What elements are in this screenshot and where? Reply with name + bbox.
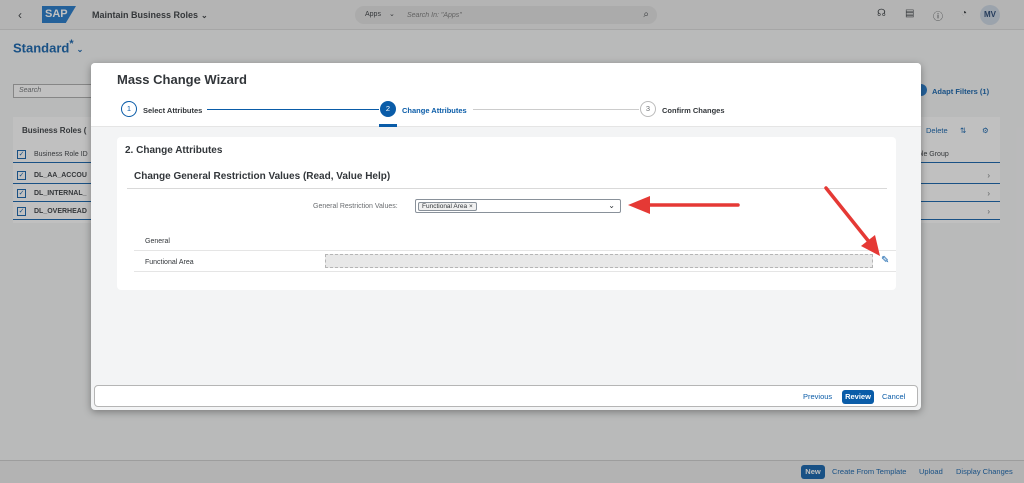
- column-header-general: General: [145, 238, 170, 245]
- divider: [134, 271, 896, 272]
- wizard-step-connector: [473, 109, 639, 110]
- divider: [134, 250, 896, 251]
- dialog-footer: Previous Review Cancel: [94, 385, 918, 407]
- token-close-icon[interactable]: ×: [469, 203, 473, 210]
- functional-area-token[interactable]: Functional Area ×: [418, 202, 477, 211]
- wizard-step-1[interactable]: 1: [121, 101, 137, 117]
- pencil-edit-icon[interactable]: ✎: [881, 255, 889, 266]
- previous-button[interactable]: Previous: [803, 392, 832, 401]
- wizard-step-3: 3: [640, 101, 656, 117]
- cancel-button[interactable]: Cancel: [882, 392, 905, 401]
- chevron-down-icon[interactable]: ⌄: [608, 201, 615, 210]
- wizard-progress: 1 Select Attributes 2 Change Attributes …: [91, 93, 921, 127]
- divider: [127, 188, 887, 189]
- wizard-step-1-label: Select Attributes: [143, 106, 203, 115]
- wizard-step-3-label: Confirm Changes: [662, 106, 725, 115]
- wizard-step-2-label: Change Attributes: [402, 106, 467, 115]
- wizard-step-2[interactable]: 2: [380, 101, 396, 117]
- review-button[interactable]: Review: [842, 390, 874, 404]
- dialog-header: Mass Change Wizard: [91, 63, 921, 93]
- functional-area-value-field[interactable]: [325, 254, 873, 268]
- dialog-title: Mass Change Wizard: [117, 72, 247, 87]
- mass-change-wizard-dialog: Mass Change Wizard 1 Select Attributes 2…: [91, 63, 921, 410]
- subsection-title: Change General Restriction Values (Read,…: [134, 171, 391, 182]
- general-restriction-values-multicombobox[interactable]: Functional Area × ⌄: [415, 199, 621, 213]
- functional-area-label: Functional Area: [145, 259, 194, 266]
- active-step-indicator: [379, 124, 397, 127]
- change-attributes-panel: 2. Change Attributes Change General Rest…: [117, 137, 896, 290]
- general-restriction-values-label: General Restriction Values:: [313, 203, 398, 210]
- wizard-step-connector: [207, 109, 379, 110]
- section-title: 2. Change Attributes: [125, 145, 223, 156]
- token-text: Functional Area: [422, 203, 468, 210]
